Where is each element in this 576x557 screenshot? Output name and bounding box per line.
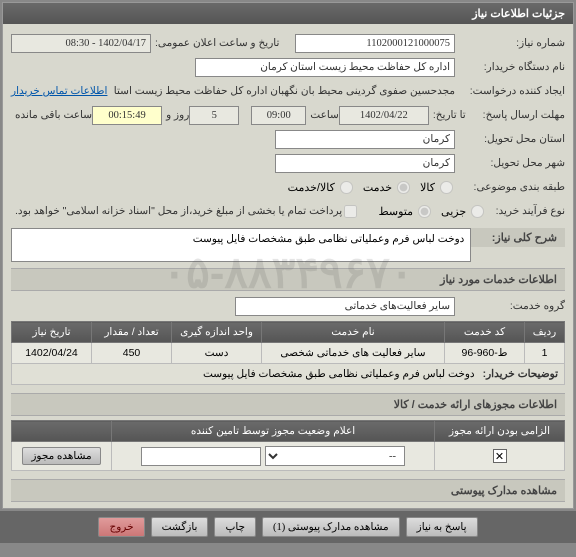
td-date: 1402/04/24 [12,343,92,364]
deadline-date [339,106,429,125]
attach-button[interactable]: مشاهده مدارک پیوستی (1) [262,517,400,537]
radio-service-label: خدمت [363,181,392,194]
days-label: روز و [162,109,189,121]
th2-empty [12,421,112,442]
days-remaining [189,106,239,125]
permit-row: ✕ -- مشاهده مجوز [12,442,565,471]
buyer-note: دوخت لباس فرم وعملیاتی نظامی طبق مشخصات … [203,368,475,380]
main-desc-label: شرح کلی نیاز: [471,228,565,247]
countdown [92,106,162,125]
class-label: طبقه بندی موضوعی: [455,181,565,193]
permit-status-input[interactable] [141,447,261,466]
radio-goods-label: کالا [420,181,435,194]
contact-link[interactable]: اطلاعات تماس خریدار [11,85,107,97]
radio-small-label: جزیی [441,205,466,218]
city-label: شهر محل تحویل: [455,157,565,169]
print-button[interactable]: چاپ [214,517,256,537]
deadline-date-label: تا تاریخ: [429,109,466,121]
radio-medium [418,205,431,218]
td-unit: دست [172,343,262,364]
td-name: سایر فعالیت های خدماتی شخصی [262,343,445,364]
back-button[interactable]: بازگشت [151,517,209,537]
th-name: نام خدمت [262,322,445,343]
buyer-label: نام دستگاه خریدار: [455,61,565,73]
th2-stat: اعلام وضعیت مجوز توسط تامین کننده [112,421,435,442]
main-panel: جزئیات اطلاعات نیاز شماره نیاز: تاریخ و … [2,2,574,509]
th-date: تاریخ نیاز [12,322,92,343]
radio-goods [440,181,453,194]
th-unit: واحد اندازه گیری [172,322,262,343]
svc-group-label: گروه خدمت: [455,300,565,312]
view-permit-button[interactable]: مشاهده مجوز [22,447,100,465]
deadline-hour [251,106,306,125]
radio-both [340,181,353,194]
permit-status-select[interactable]: -- [265,446,405,466]
service-table: ردیف کد خدمت نام خدمت واحد اندازه گیری ت… [11,321,565,385]
td-qty: 450 [92,343,172,364]
th-qty: تعداد / مقدار [92,322,172,343]
creator-label: ایجاد کننده درخواست: [455,85,565,97]
table-desc-row: توضیحات خریدار: دوخت لباس فرم وعملیاتی ن… [12,364,565,385]
perm-header: اطلاعات مجوزهای ارائه خدمت / کالا [11,393,565,416]
td-row: 1 [525,343,565,364]
req-no-input[interactable] [295,34,455,53]
svc-info-header: اطلاعات خدمات مورد نیاز [11,268,565,291]
permit-required-check: ✕ [493,449,507,463]
permit-table: الزامی بودن ارائه مجوز اعلام وضعیت مجوز … [11,420,565,471]
footer-buttons: پاسخ به نیاز مشاهده مدارک پیوستی (1) چاپ… [0,511,576,543]
city-input[interactable] [275,154,455,173]
prov-label: استان محل تحویل: [455,133,565,145]
deadline-label: مهلت ارسال پاسخ: [466,109,565,121]
hour-label: ساعت [306,109,339,121]
reply-button[interactable]: پاسخ به نیاز [406,517,478,537]
pay-note: پرداخت تمام یا بخشی از مبلغ خرید،از محل … [11,205,342,217]
radio-service [397,181,410,194]
creator-text: مجدحسین صفوی گردینی محیط بان نگهبان ادار… [107,85,455,97]
th-code: کد خدمت [445,322,525,343]
table-row[interactable]: 1 ط-960-96 سایر فعالیت های خدماتی شخصی د… [12,343,565,364]
attach-header: مشاهده مدارک پیوستی [11,479,565,502]
buyer-note-label: توضیحات خریدار: [479,368,558,380]
exit-button[interactable]: خروج [98,517,144,537]
td-code: ط-960-96 [445,343,525,364]
radio-both-label: کالا/خدمت [288,181,335,194]
buyer-input[interactable] [195,58,455,77]
main-desc-box[interactable]: دوخت لباس فرم وعملیاتی نظامی طبق مشخصات … [11,228,471,262]
radio-medium-label: متوسط [378,205,413,218]
pub-time-label: تاریخ و ساعت اعلان عمومی: [151,37,279,49]
svc-group-input[interactable] [235,297,455,316]
prov-input[interactable] [275,130,455,149]
th-row: ردیف [525,322,565,343]
remain-label: ساعت باقی مانده [11,109,92,121]
treasury-checkbox [344,205,357,218]
pub-time-input [11,34,151,53]
req-no-label: شماره نیاز: [455,37,565,49]
panel-title: جزئیات اطلاعات نیاز [3,3,573,24]
buyproc-label: نوع فرآیند خرید: [486,205,565,217]
th2-req: الزامی بودن ارائه مجوز [435,421,565,442]
radio-small [471,205,484,218]
